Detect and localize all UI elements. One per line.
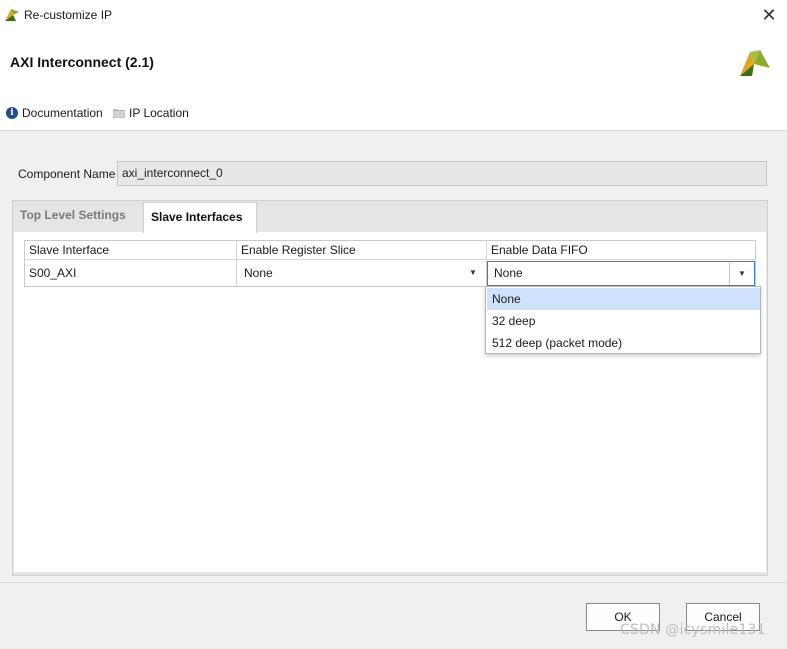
close-icon[interactable]: ✕ <box>756 3 782 27</box>
dropdown-option[interactable]: 32 deep <box>487 310 760 332</box>
data-fifo-value: None <box>494 266 523 280</box>
column-header-slave-interface[interactable]: Slave Interface <box>25 241 237 260</box>
component-name-label: Component Name <box>18 167 116 181</box>
documentation-label: Documentation <box>22 106 103 120</box>
xilinx-logo <box>740 50 770 76</box>
ip-title: AXI Interconnect (2.1) <box>10 54 154 70</box>
vivado-app-icon <box>5 9 19 21</box>
chevron-down-icon[interactable]: ▼ <box>729 262 754 285</box>
component-name-field[interactable]: axi_interconnect_0 <box>117 161 767 186</box>
watermark: CSDN @icysmile131 <box>620 622 766 638</box>
data-fifo-dropdown-list: None 32 deep 512 deep (packet mode) <box>485 286 761 354</box>
register-slice-value: None <box>244 266 273 280</box>
title-bar <box>0 0 787 30</box>
ip-location-link[interactable]: IP Location <box>113 106 189 120</box>
register-slice-select[interactable]: None ▼ <box>237 260 487 286</box>
tab-top-level-settings[interactable]: Top Level Settings <box>20 208 126 222</box>
documentation-link[interactable]: i Documentation <box>6 106 103 120</box>
data-fifo-select[interactable]: None ▼ <box>487 261 755 286</box>
ip-location-label: IP Location <box>129 106 189 120</box>
footer-divider <box>0 582 787 583</box>
folder-icon <box>113 109 125 118</box>
chevron-down-icon: ▼ <box>469 268 477 277</box>
slave-interfaces-table: Slave Interface Enable Register Slice En… <box>24 240 756 287</box>
info-icon: i <box>6 107 18 119</box>
column-header-data-fifo[interactable]: Enable Data FIFO <box>487 241 755 260</box>
tab-slave-interfaces[interactable]: Slave Interfaces <box>143 202 257 233</box>
window-title: Re-customize IP <box>24 8 113 22</box>
header-divider <box>0 130 787 131</box>
dropdown-option[interactable]: 512 deep (packet mode) <box>487 332 760 354</box>
cell-slave-interface[interactable]: S00_AXI <box>25 260 237 286</box>
dropdown-option[interactable]: None <box>487 288 760 310</box>
column-header-register-slice[interactable]: Enable Register Slice <box>237 241 487 260</box>
